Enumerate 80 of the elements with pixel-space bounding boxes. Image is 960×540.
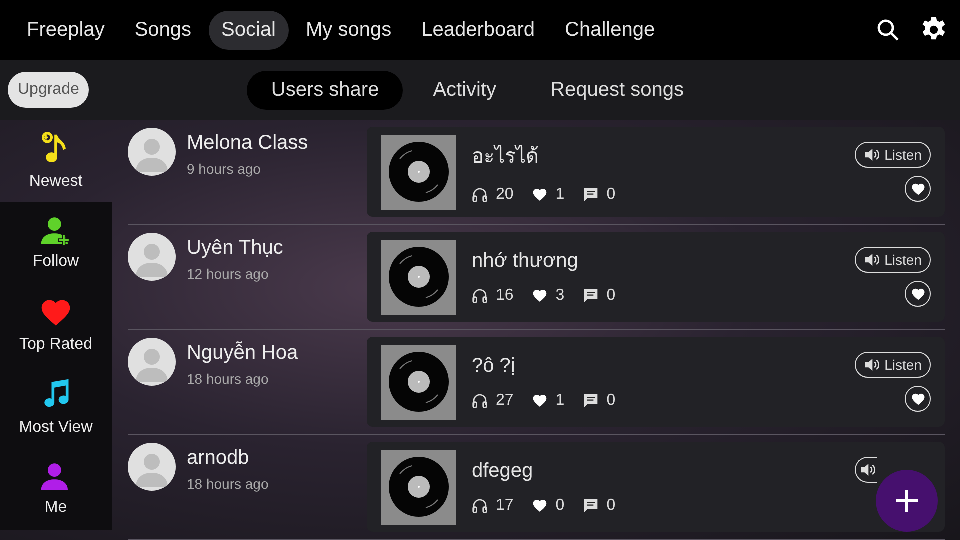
- heart-icon: [532, 187, 548, 203]
- sidebar-item[interactable]: Newest: [0, 120, 112, 202]
- speaker-icon: [864, 148, 880, 162]
- sidebar-label: Top Rated: [20, 336, 92, 354]
- listen-button[interactable]: [855, 457, 877, 483]
- vinyl-record-icon: [388, 246, 450, 308]
- avatar: [128, 128, 176, 176]
- nav-tab[interactable]: Social: [208, 10, 290, 50]
- vinyl-record-icon: [388, 141, 450, 203]
- nav-tab[interactable]: Challenge: [552, 10, 668, 50]
- like-button[interactable]: [905, 386, 931, 412]
- sidebar-item[interactable]: Me: [0, 448, 112, 530]
- user-name: Melona Class: [187, 132, 310, 155]
- comment-count: 0: [606, 286, 616, 304]
- song-title: ?ô ?ị: [472, 354, 516, 378]
- heart-icon: [532, 498, 548, 514]
- heart-icon: [532, 392, 548, 408]
- speaker-icon: [860, 463, 876, 477]
- comment-icon: [582, 498, 599, 514]
- listen-count: 20: [496, 186, 514, 204]
- nav-tab[interactable]: Leaderboard: [408, 10, 548, 50]
- nav-tab[interactable]: Freeplay: [14, 10, 118, 50]
- post-time: 18 hours ago: [187, 476, 270, 492]
- add-user-icon: [40, 215, 72, 247]
- heart-icon: [910, 286, 926, 302]
- sidebar-item[interactable]: Top Rated: [0, 284, 112, 366]
- comment-count: 0: [606, 392, 616, 410]
- like-button[interactable]: [905, 281, 931, 307]
- comment-count: 0: [606, 496, 616, 514]
- plus-icon: [896, 490, 918, 512]
- like-count: 1: [556, 186, 565, 204]
- sidebar-item[interactable]: Most View: [0, 366, 112, 448]
- like-count: 1: [556, 392, 565, 410]
- listen-button[interactable]: Listen: [854, 352, 931, 378]
- listen-count: 17: [496, 496, 514, 514]
- heart-icon: [532, 288, 548, 304]
- sidebar-label: Follow: [32, 253, 80, 271]
- sub-tab[interactable]: Request songs: [526, 70, 708, 110]
- sidebar-label: Most View: [19, 419, 93, 437]
- vinyl-record-icon: [388, 456, 450, 518]
- post-time: 12 hours ago: [187, 266, 270, 282]
- like-count: 0: [556, 496, 565, 514]
- post-time: 18 hours ago: [187, 371, 270, 387]
- listen-button[interactable]: Listen: [854, 247, 931, 273]
- nav-tab[interactable]: My songs: [293, 10, 405, 50]
- heart-icon: [910, 182, 926, 196]
- listen-count: 16: [496, 286, 514, 304]
- nav-tab[interactable]: Songs: [122, 10, 205, 50]
- comment-count: 0: [606, 186, 616, 204]
- user-name: arnodb: [187, 447, 250, 470]
- like-button[interactable]: [905, 176, 931, 202]
- user-name: Uyên Thục: [187, 237, 284, 260]
- like-count: 3: [556, 286, 565, 304]
- heart-icon: [910, 392, 926, 406]
- vinyl-record-icon: [388, 351, 450, 413]
- listen-button[interactable]: Listen: [854, 142, 931, 168]
- song-title: dfegeg: [472, 460, 534, 482]
- user-name: Nguyễn Hoa: [187, 342, 300, 365]
- headphones-icon: [472, 498, 488, 514]
- comment-icon: [582, 392, 599, 408]
- headphones-icon: [472, 187, 488, 203]
- avatar: [128, 233, 176, 281]
- speaker-icon: [864, 358, 880, 372]
- headphones-icon: [472, 392, 488, 408]
- sub-tab[interactable]: Activity: [409, 70, 521, 110]
- sidebar-label: Newest: [29, 173, 83, 191]
- headphones-icon: [472, 288, 488, 304]
- song-title: อะไรได้: [472, 144, 540, 170]
- avatar: [128, 338, 176, 386]
- song-title: nhớ thương: [472, 250, 580, 272]
- listen-count: 27: [496, 392, 514, 410]
- speaker-icon: [864, 253, 880, 267]
- avatar: [128, 443, 176, 491]
- sidebar-label: Me: [44, 499, 68, 517]
- upgrade-button[interactable]: Upgrade: [8, 72, 90, 108]
- sidebar-item[interactable]: Follow: [0, 202, 112, 284]
- comment-icon: [582, 187, 599, 203]
- sub-tab[interactable]: Users share: [247, 70, 404, 110]
- comment-icon: [582, 288, 599, 304]
- post-time: 9 hours ago: [187, 161, 262, 177]
